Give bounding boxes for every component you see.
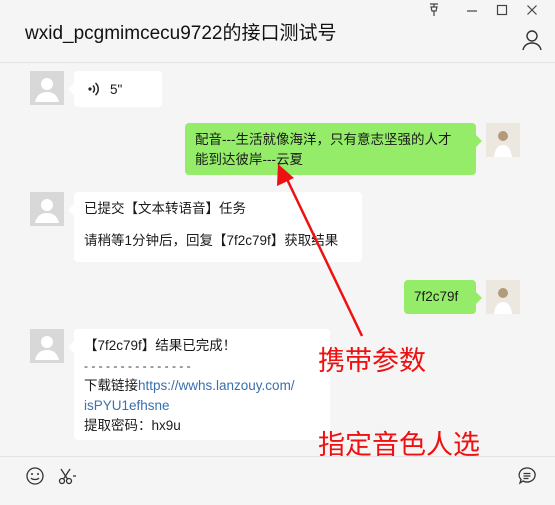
profile-icon[interactable]	[521, 29, 543, 51]
chat-messages[interactable]: 5" 配音---生活就像海洋，只有意志坚强的人才 能到达彼岸---云夏 已提交【…	[0, 63, 555, 456]
emoji-icon[interactable]	[25, 466, 45, 486]
chat-header: wxid_pcgmimcecu9722的接口测试号	[0, 0, 555, 63]
minimize-icon[interactable]	[462, 3, 482, 19]
close-icon[interactable]	[522, 3, 542, 19]
chat-history-icon[interactable]	[517, 466, 537, 486]
annotation-voice-select: 指定音色人选	[318, 430, 480, 456]
input-toolbar	[0, 456, 555, 505]
scissors-icon[interactable]	[58, 466, 82, 486]
annotation-carry-params: 携带参数	[318, 346, 426, 377]
pin-icon[interactable]	[424, 3, 444, 19]
chat-title: wxid_pcgmimcecu9722的接口测试号	[25, 23, 337, 44]
maximize-icon[interactable]	[492, 3, 512, 19]
annotation-arrow	[277, 164, 364, 337]
